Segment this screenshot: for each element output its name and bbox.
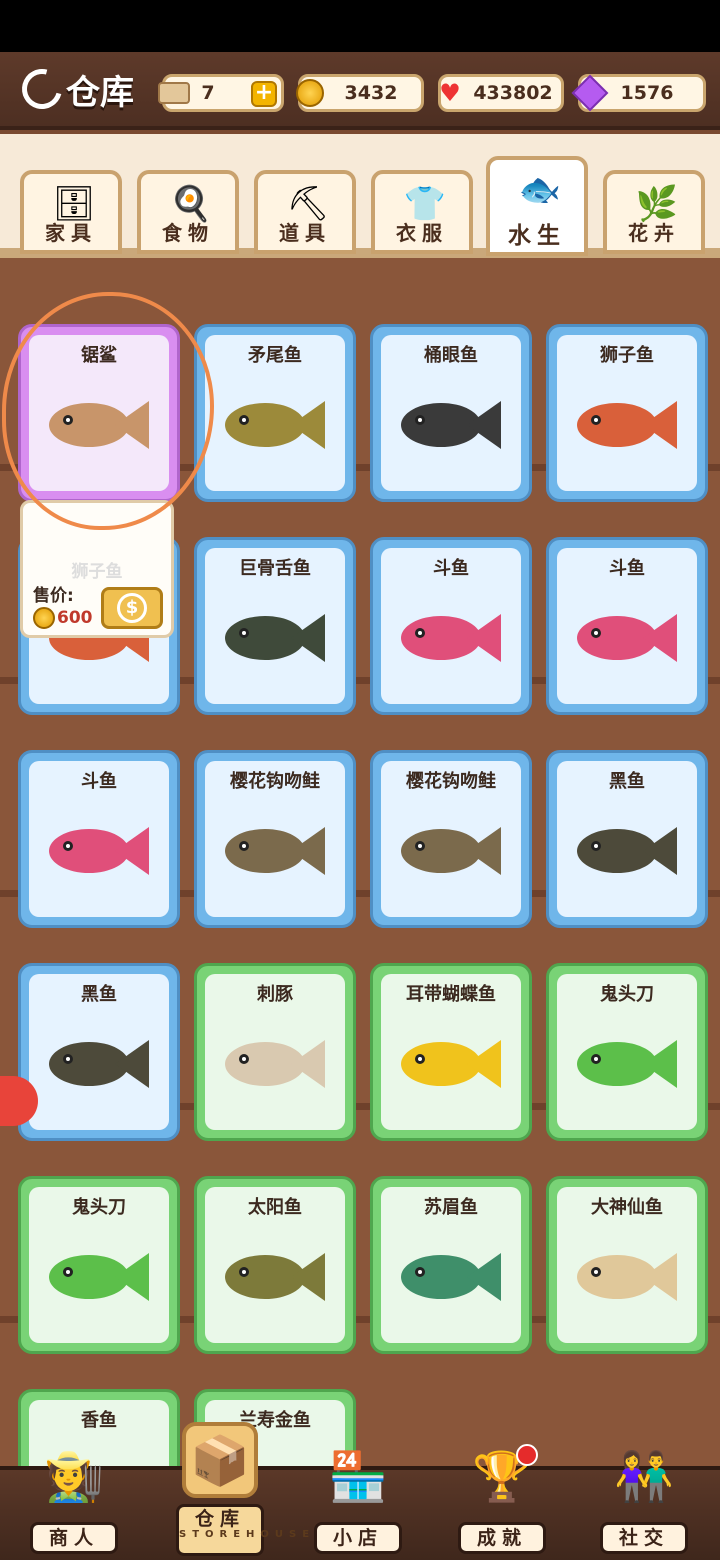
- shop-icon: 🏪: [328, 1448, 388, 1505]
- ticket-counter: 7 +: [158, 74, 284, 112]
- tab-aquatic[interactable]: 🐟 水生: [486, 156, 588, 256]
- item-name: 斗鱼: [433, 558, 469, 579]
- sell-price: 600: [33, 607, 93, 629]
- tab-furniture[interactable]: 🗄 家具: [20, 170, 122, 254]
- heart-counter: ♥ 433802: [438, 74, 564, 112]
- tab-clothes[interactable]: 👕 衣服: [371, 170, 473, 254]
- item-name: 黑鱼: [609, 771, 645, 792]
- tab-food[interactable]: 🍳 食物: [137, 170, 239, 254]
- nav-shop[interactable]: 🏪 小店: [298, 1438, 418, 1560]
- coin-icon: [293, 79, 327, 107]
- item-name: 耳带蝴蝶鱼: [406, 984, 496, 1005]
- item-card[interactable]: 太阳鱼: [194, 1176, 356, 1354]
- heart-icon: ♥: [439, 79, 461, 107]
- status-bar: [0, 0, 720, 52]
- item-name: 黑鱼: [81, 984, 117, 1005]
- item-name: 锯鲨: [81, 345, 117, 366]
- item-name: 斗鱼: [81, 771, 117, 792]
- fish-icon: [49, 1237, 153, 1317]
- item-card[interactable]: 桶眼鱼: [370, 324, 532, 502]
- item-card[interactable]: 斗鱼: [18, 750, 180, 928]
- item-name: 矛尾鱼: [248, 345, 302, 366]
- coin-counter: 3432: [296, 74, 424, 112]
- fish-icon: 🐟: [518, 170, 562, 210]
- fish-icon: [577, 1237, 681, 1317]
- fish-icon: [225, 598, 329, 678]
- nav-achievements[interactable]: 🏆 成就: [442, 1438, 562, 1560]
- fish-icon: [577, 598, 681, 678]
- item-card[interactable]: 矛尾鱼: [194, 324, 356, 502]
- item-card[interactable]: 刺豚: [194, 963, 356, 1141]
- item-name: 狮子鱼: [600, 345, 654, 366]
- fish-icon: [401, 385, 505, 465]
- item-card[interactable]: 锯鲨: [18, 324, 180, 502]
- page-title: 仓库: [14, 61, 134, 117]
- notification-badge: [516, 1444, 538, 1466]
- nav-storehouse[interactable]: 📦 仓库 STOREHOUSE: [160, 1422, 309, 1560]
- gem-counter: 1576: [571, 74, 706, 112]
- fish-icon: [577, 811, 681, 891]
- merchant-icon: 🧑‍🌾: [44, 1448, 104, 1505]
- item-name: 鬼头刀: [600, 984, 654, 1005]
- item-name: 苏眉鱼: [424, 1197, 478, 1218]
- add-ticket-button[interactable]: +: [251, 81, 277, 107]
- item-card[interactable]: 巨骨舌鱼: [194, 537, 356, 715]
- item-name: 刺豚: [257, 984, 293, 1005]
- item-card[interactable]: 樱花钩吻鲑: [194, 750, 356, 928]
- item-name: 巨骨舌鱼: [239, 558, 311, 579]
- fish-icon: [225, 1237, 329, 1317]
- fish-icon: [49, 811, 153, 891]
- item-card[interactable]: 黑鱼: [546, 750, 708, 928]
- item-card[interactable]: 鬼头刀: [18, 1176, 180, 1354]
- fish-icon: [401, 598, 505, 678]
- item-name: 香鱼: [81, 1410, 117, 1431]
- sell-popup: 狮子鱼 售价: 600 $: [20, 500, 174, 638]
- item-card[interactable]: 苏眉鱼: [370, 1176, 532, 1354]
- item-name: 桶眼鱼: [424, 345, 478, 366]
- nav-merchant[interactable]: 🧑‍🌾 商人: [14, 1438, 134, 1560]
- sell-label: 售价:: [33, 586, 74, 606]
- item-name: 鬼头刀: [72, 1197, 126, 1218]
- item-card[interactable]: 斗鱼: [370, 537, 532, 715]
- fish-icon: [577, 385, 681, 465]
- item-name: 樱花钩吻鲑: [406, 771, 496, 792]
- item-card[interactable]: 樱花钩吻鲑: [370, 750, 532, 928]
- item-card[interactable]: 狮子鱼: [546, 324, 708, 502]
- fish-icon: [49, 385, 153, 465]
- tab-tools[interactable]: ⛏ 道具: [254, 170, 356, 254]
- fish-icon: [225, 385, 329, 465]
- fish-icon: [225, 811, 329, 891]
- ticket-icon: [157, 79, 191, 107]
- item-name: 樱花钩吻鲑: [230, 771, 320, 792]
- fish-icon: [401, 811, 505, 891]
- category-tabs: 🗄 家具 🍳 食物 ⛏ 道具 👕 衣服 🐟 水生 🌿 花卉: [0, 134, 720, 258]
- tab-flowers[interactable]: 🌿 花卉: [603, 170, 705, 254]
- item-name: 太阳鱼: [248, 1197, 302, 1218]
- item-card[interactable]: 斗鱼: [546, 537, 708, 715]
- item-card[interactable]: 耳带蝴蝶鱼: [370, 963, 532, 1141]
- item-card[interactable]: 鬼头刀: [546, 963, 708, 1141]
- top-bar: 仓库 7 + 3432 ♥ 433802 1576: [0, 52, 720, 130]
- item-card[interactable]: 黑鱼: [18, 963, 180, 1141]
- item-name: 斗鱼: [609, 558, 645, 579]
- item-card[interactable]: 大神仙鱼: [546, 1176, 708, 1354]
- fish-icon: [225, 1024, 329, 1104]
- sell-button[interactable]: $: [101, 587, 163, 629]
- item-name: 大神仙鱼: [591, 1197, 663, 1218]
- storehouse-icon: 📦: [182, 1422, 258, 1498]
- nav-social[interactable]: 👫 社交: [584, 1438, 704, 1560]
- swirl-icon: [14, 61, 70, 117]
- gem-icon: [571, 74, 609, 112]
- social-icon: 👫: [614, 1448, 674, 1505]
- coin-icon: [33, 607, 55, 629]
- fish-icon: [401, 1237, 505, 1317]
- fish-icon: [577, 1024, 681, 1104]
- fish-icon: [401, 1024, 505, 1104]
- fish-icon: [49, 1024, 153, 1104]
